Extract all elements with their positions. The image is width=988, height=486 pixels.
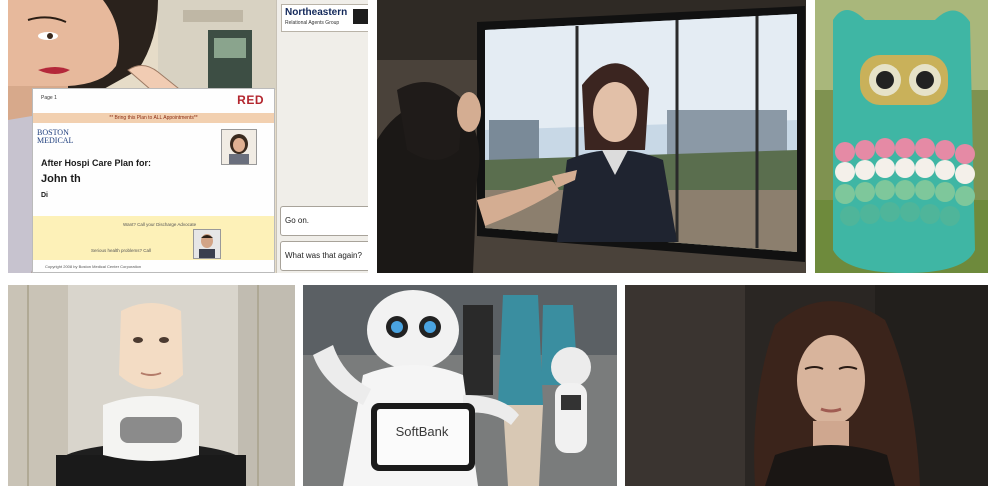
hospital-logo: BOSTON MEDICAL	[37, 128, 74, 145]
owl-robot-photo	[815, 0, 988, 273]
doc-copyright: Copyright 2008 by Boston Medical Center …	[45, 264, 142, 269]
go-on-button[interactable]: Go on.	[280, 206, 368, 236]
robot-head-photo	[8, 285, 295, 486]
virtual-human-screen-photo	[377, 0, 806, 273]
agent-sidebar: Northeastern Relational Agents Group Go …	[276, 0, 368, 273]
softbank-tablet-text: SoftBank	[395, 424, 449, 439]
northeastern-logo: Northeastern Relational Agents Group	[281, 4, 368, 32]
advocate-photo	[193, 229, 221, 259]
doc-title-line1: After Hospi Care Plan for:	[41, 158, 152, 168]
red-logo: RED	[237, 93, 264, 107]
android-portrait-photo	[625, 285, 988, 486]
care-plan-document: Page 1 RED ** Bring this Plan to ALL App…	[32, 88, 275, 273]
doc-title-line2: John th	[41, 173, 81, 185]
logo-mark-icon	[353, 9, 368, 24]
virtual-nurse-panel: Page 1 RED ** Bring this Plan to ALL App…	[8, 0, 368, 273]
logo-name: Northeastern	[285, 7, 348, 18]
doc-banner: ** Bring this Plan to ALL Appointments**	[33, 113, 274, 123]
doc-page-label: Page 1	[41, 95, 57, 101]
logo-subtitle: Relational Agents Group	[285, 20, 340, 26]
doc-question1: Want? Call your Discharge Advocate	[123, 222, 197, 227]
pepper-robot-photo: SoftBank	[303, 285, 617, 486]
doc-question2: Serious health problems? Call	[91, 248, 152, 253]
nurse-photo	[221, 129, 257, 165]
doc-title-line3: Di	[41, 192, 48, 199]
repeat-button[interactable]: What was that again?	[280, 241, 368, 271]
